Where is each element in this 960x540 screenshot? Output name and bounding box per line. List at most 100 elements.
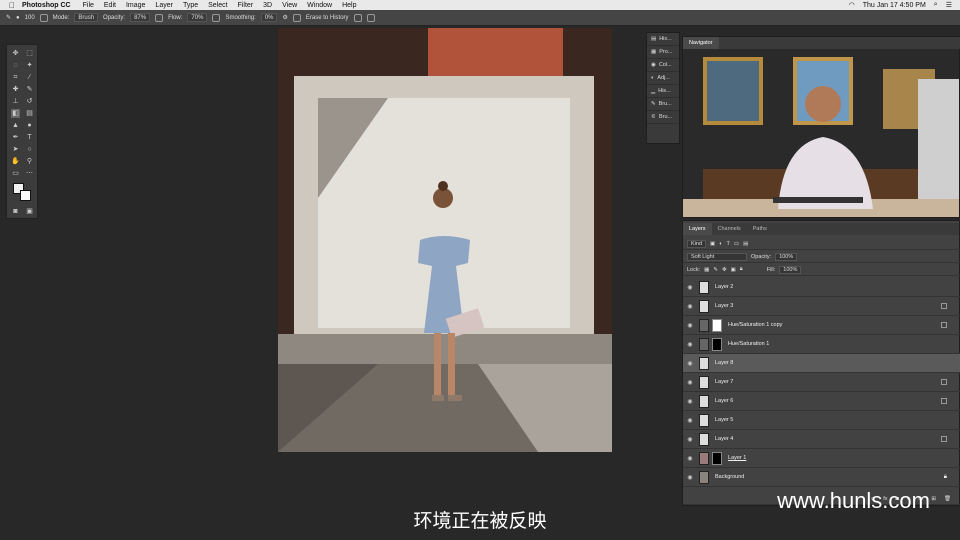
eraser-tool-icon[interactable]: ✎ — [6, 14, 11, 21]
visibility-eye-icon[interactable]: ◉ — [683, 284, 697, 291]
layer-row[interactable]: ◉ Layer 2 — [683, 278, 960, 297]
flow-field[interactable]: 70% — [187, 13, 208, 22]
menu-help[interactable]: Help — [342, 2, 356, 9]
layer-row[interactable]: ◉ Layer 1 — [683, 449, 960, 468]
menu-type[interactable]: Type — [183, 2, 198, 9]
menu-window[interactable]: Window — [307, 2, 332, 9]
visibility-eye-icon[interactable]: ◉ — [683, 398, 697, 405]
screen-mode-icon[interactable]: ▣ — [25, 207, 34, 216]
search-icon[interactable]: ⌕ — [934, 1, 938, 9]
filter-shape-icon[interactable]: ▭ — [734, 241, 739, 247]
filter-adjustment-icon[interactable]: ◐ — [719, 241, 722, 247]
layer-mask-thumbnail[interactable] — [712, 451, 722, 465]
move-tool-icon[interactable]: ✥ — [11, 49, 20, 58]
menu-filter[interactable]: Filter — [238, 2, 254, 9]
menu-layer[interactable]: Layer — [155, 2, 173, 9]
lock-artboard-icon[interactable]: ▣ — [731, 267, 736, 273]
layer-row[interactable]: ◉ Layer 4 — [683, 430, 960, 449]
kind-filter-select[interactable]: Kind — [687, 239, 707, 248]
crop-tool-icon[interactable]: ⌗ — [11, 73, 20, 82]
clone-stamp-icon[interactable]: ⊥ — [11, 97, 20, 106]
eyedropper-icon[interactable]: ⁄ — [25, 73, 34, 82]
visibility-eye-icon[interactable]: ◉ — [683, 360, 697, 367]
new-layer-icon[interactable]: ⊞ — [931, 496, 936, 502]
lock-position-icon[interactable]: ✥ — [722, 267, 727, 273]
background-color-swatch[interactable] — [20, 190, 31, 201]
dodge-tool-icon[interactable]: ● — [25, 121, 34, 130]
lasso-tool-icon[interactable]: ◌ — [11, 61, 20, 70]
erase-to-history-checkbox[interactable] — [292, 13, 301, 22]
menu-edit[interactable]: Edit — [104, 2, 116, 9]
airbrush-icon[interactable] — [212, 13, 221, 22]
tab-layers[interactable]: Layers — [683, 223, 712, 235]
clock[interactable]: Thu Jan 17 4:50 PM — [863, 2, 926, 9]
tab-navigator[interactable]: Navigator — [683, 37, 719, 49]
filter-smart-icon[interactable]: ▤ — [743, 241, 748, 247]
menu-3d[interactable]: 3D — [263, 2, 272, 9]
visibility-eye-icon[interactable]: ◉ — [683, 474, 697, 481]
marquee-tool-icon[interactable]: ⬚ — [25, 49, 34, 58]
dock-brush-settings[interactable]: ⚟ Bru... — [647, 111, 679, 124]
magic-wand-icon[interactable]: ✦ — [25, 61, 34, 70]
visibility-eye-icon[interactable]: ◉ — [683, 417, 697, 424]
visibility-eye-icon[interactable]: ◉ — [683, 303, 697, 310]
dock-brushes[interactable]: ✎ Bru... — [647, 98, 679, 111]
layer-row[interactable]: ◉ Layer 7 — [683, 373, 960, 392]
mode-select[interactable]: Brush — [74, 13, 99, 22]
gradient-tool-icon[interactable]: ▤ — [25, 109, 34, 118]
symmetry-icon[interactable] — [366, 13, 375, 22]
tab-paths[interactable]: Paths — [747, 226, 773, 232]
eraser-tool-icon[interactable]: ◧ — [11, 109, 20, 118]
brush-tool-icon[interactable]: ✎ — [25, 85, 34, 94]
quick-mask-icon[interactable]: ◙ — [11, 207, 20, 216]
wifi-icon[interactable]: ◠ — [849, 1, 855, 9]
gear-icon[interactable]: ⚙ — [282, 14, 287, 21]
apple-icon[interactable]:  — [6, 1, 18, 10]
visibility-eye-icon[interactable]: ◉ — [683, 436, 697, 443]
menu-file[interactable]: File — [83, 2, 94, 9]
hand-tool-icon[interactable]: ✋ — [11, 157, 20, 166]
fill-field[interactable]: 100% — [779, 265, 802, 274]
brush-settings-icon[interactable] — [39, 13, 48, 22]
lock-pixels-icon[interactable]: ✎ — [713, 267, 718, 273]
filter-type-icon[interactable]: T — [727, 241, 730, 247]
menu-view[interactable]: View — [282, 2, 297, 9]
blend-mode-select[interactable]: Soft Light — [687, 252, 747, 261]
type-tool-icon[interactable]: T — [25, 133, 34, 142]
lock-transparent-icon[interactable]: ▦ — [704, 267, 709, 273]
app-name[interactable]: Photoshop CC — [22, 2, 71, 9]
layer-mask-thumbnail[interactable] — [712, 337, 722, 351]
smoothing-field[interactable]: 0% — [260, 13, 278, 22]
shape-tool-icon[interactable]: ○ — [25, 145, 34, 154]
menu-image[interactable]: Image — [126, 2, 145, 9]
visibility-eye-icon[interactable]: ◉ — [683, 322, 697, 329]
document-image[interactable] — [278, 28, 612, 452]
dock-color[interactable]: ◉ Col... — [647, 59, 679, 72]
dock-properties[interactable]: ▦ Pro... — [647, 46, 679, 59]
edit-toolbar-icon[interactable]: ▭ — [11, 169, 20, 178]
visibility-eye-icon[interactable]: ◉ — [683, 455, 697, 462]
visibility-eye-icon[interactable]: ◉ — [683, 379, 697, 386]
path-select-icon[interactable]: ➤ — [11, 145, 20, 154]
layer-row[interactable]: ◉ Background 🔒︎ — [683, 468, 960, 487]
layer-row[interactable]: ◉ Layer 3 — [683, 297, 960, 316]
brush-preset-picker[interactable]: ● — [16, 15, 20, 21]
menu-select[interactable]: Select — [208, 2, 227, 9]
history-brush-icon[interactable]: ↺ — [25, 97, 34, 106]
navigator-preview[interactable] — [683, 49, 959, 217]
tab-channels[interactable]: Channels — [712, 226, 747, 232]
layer-row[interactable]: ◉ Layer 5 — [683, 411, 960, 430]
pen-tool-icon[interactable]: ✒ — [11, 133, 20, 142]
blur-tool-icon[interactable]: ▲ — [11, 121, 20, 130]
lock-all-icon[interactable]: 🔒︎ — [740, 266, 743, 273]
filter-pixel-icon[interactable]: ▣ — [710, 241, 715, 247]
pressure-size-icon[interactable] — [353, 13, 362, 22]
pressure-opacity-icon[interactable] — [155, 13, 164, 22]
layer-mask-thumbnail[interactable] — [712, 318, 722, 332]
layer-row[interactable]: ◉ Hue/Saturation 1 copy — [683, 316, 960, 335]
dock-histogram[interactable]: ▁ His... — [647, 85, 679, 98]
layer-row-selected[interactable]: ◉ Layer 8 — [683, 354, 960, 373]
layer-row[interactable]: ◉ Layer 6 — [683, 392, 960, 411]
trash-icon[interactable]: 🗑︎ — [944, 496, 951, 502]
layer-opacity-field[interactable]: 100% — [775, 252, 798, 261]
